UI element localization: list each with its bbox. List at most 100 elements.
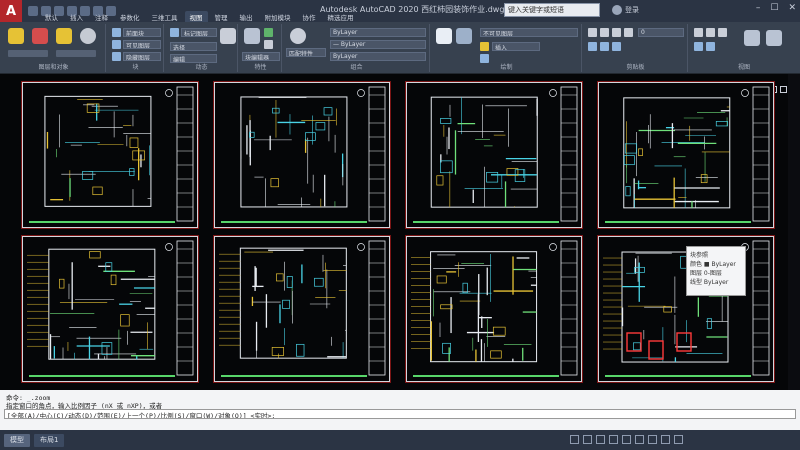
group-label: 块: [132, 64, 139, 71]
block-button[interactable]: 前面块: [123, 28, 161, 37]
command-window[interactable]: 命令: _.zoom 指定窗口的角点，输入比例因子 (nX 或 nXP)，或者 …: [0, 390, 800, 430]
group-icon[interactable]: [436, 28, 452, 44]
tooltip-row: 图层 0-图层: [690, 270, 722, 277]
tab-output[interactable]: 输出: [235, 11, 258, 22]
ribbon-group-block: 前面块 可见图层 隐藏图层 块: [108, 24, 164, 72]
insert-button[interactable]: 插入: [492, 42, 540, 51]
tab-collaborate[interactable]: 协作: [298, 11, 321, 22]
ortho-icon[interactable]: [596, 435, 605, 444]
mirror-icon[interactable]: [588, 42, 597, 51]
pan-icon[interactable]: [718, 28, 727, 37]
floor-plan-sheet[interactable]: [22, 236, 198, 382]
layer-tool-icon[interactable]: [480, 42, 489, 51]
tab-view[interactable]: 视图: [184, 11, 208, 22]
ribbon-tabs: 默认 插入 注释 参数化 三维工具 视图 管理 输出 附加模块 协作 精选应用: [0, 11, 800, 22]
navigation-bar[interactable]: [788, 74, 800, 390]
tab-3d-tools[interactable]: 三维工具: [147, 11, 183, 22]
lineweight-icon[interactable]: [635, 435, 644, 444]
tooltip-title: 块参照: [690, 252, 709, 259]
grid-icon[interactable]: [570, 435, 579, 444]
group-label: 视图: [737, 64, 750, 71]
ribbon-group-draw: 不可见图层 插入 绘制: [432, 24, 582, 72]
match-properties-icon[interactable]: [290, 28, 306, 44]
lineweight-combo[interactable]: ByLayer: [330, 52, 426, 61]
tab-annotate[interactable]: 注释: [90, 11, 113, 22]
select-button[interactable]: 选择: [170, 42, 217, 51]
hidden-layers-button[interactable]: 隐藏图层: [123, 52, 161, 61]
play-icon[interactable]: [264, 28, 273, 37]
snap-icon[interactable]: [583, 435, 592, 444]
floor-plan-sheet[interactable]: [406, 236, 582, 382]
rotate-icon[interactable]: [624, 28, 633, 37]
color-combo[interactable]: ByLayer: [330, 28, 426, 37]
floor-plan-sheet[interactable]: [406, 82, 582, 228]
bulb-icon[interactable]: [8, 28, 24, 44]
layer-filter-combo[interactable]: 不可见图层: [480, 28, 578, 37]
customize-icon[interactable]: [674, 435, 683, 444]
tab-manage[interactable]: 管理: [210, 11, 233, 22]
zoom-icon[interactable]: [706, 28, 715, 37]
layer-state-icon[interactable]: [80, 28, 96, 44]
ribbon-group-view: 视图: [690, 24, 798, 72]
tab-model[interactable]: 模型: [4, 433, 30, 447]
tab-default[interactable]: 默认: [40, 11, 63, 22]
group-label: 图层和对象: [38, 64, 69, 71]
floor-plan-sheet[interactable]: [214, 236, 390, 382]
ribbon-panel: 图层和对象 前面块 可见图层 隐藏图层 块 标记图层 选择 编辑 动态 块编辑器…: [0, 22, 800, 74]
tag-layer-button[interactable]: 标记图层: [181, 28, 217, 37]
ungroup-icon[interactable]: [456, 28, 472, 44]
array-icon[interactable]: [612, 42, 621, 51]
select-icon[interactable]: [220, 28, 236, 44]
tab-addins[interactable]: 附加模块: [260, 11, 296, 22]
block-editor-button[interactable]: 块编辑器: [242, 52, 280, 61]
visible-layers-button[interactable]: 可见图层: [123, 40, 161, 49]
linetype-combo[interactable]: — ByLayer: [330, 40, 426, 49]
tooltip-row: 线型 ByLayer: [690, 279, 729, 286]
tab-featured-apps[interactable]: 精选应用: [323, 11, 359, 22]
layer-visible-icon[interactable]: [112, 40, 121, 49]
tab-insert[interactable]: 插入: [65, 11, 88, 22]
tab-parametric[interactable]: 参数化: [115, 11, 145, 22]
floor-plan-sheet[interactable]: [214, 82, 390, 228]
close-viewport-icon[interactable]: [780, 86, 787, 93]
freeze-icon[interactable]: [56, 28, 72, 44]
regen-icon[interactable]: [706, 42, 715, 51]
layer-name-combo[interactable]: 0: [638, 28, 684, 37]
move-icon[interactable]: [588, 28, 597, 37]
properties-tooltip: 块参照 颜色 ■ ByLayer 图层 0-图层 线型 ByLayer: [686, 246, 746, 296]
ribbon-group-combine: 匹配特性 ByLayer — ByLayer ByLayer 组合: [284, 24, 430, 72]
tab-layout1[interactable]: 布局1: [34, 433, 65, 447]
tag-icon[interactable]: [170, 28, 179, 37]
group-label: 特性: [254, 64, 267, 71]
floor-plan-sheet[interactable]: [22, 82, 198, 228]
ribbon-group-properties: 块编辑器 特性: [240, 24, 282, 72]
command-input[interactable]: [全部(A)/中心(C)/动态(D)/范围(E)/上一个(P)/比例(S)/窗口…: [4, 409, 796, 419]
ribbon-group-dynamic: 标记图层 选择 编辑 动态: [166, 24, 238, 72]
match-properties-button[interactable]: 匹配特性: [286, 48, 326, 57]
orbit-icon[interactable]: [694, 42, 703, 51]
tooltip-row: 颜色 ■ ByLayer: [690, 261, 736, 268]
osnap-icon[interactable]: [622, 435, 631, 444]
group-label: 组合: [350, 64, 363, 71]
block-editor-icon[interactable]: [244, 28, 260, 44]
scale-icon[interactable]: [600, 42, 609, 51]
status-toggles: [570, 435, 683, 444]
block-icon[interactable]: [112, 28, 121, 37]
floor-plan-sheet[interactable]: [598, 82, 774, 228]
layer-button[interactable]: [56, 50, 96, 57]
viewports-icon[interactable]: [766, 30, 782, 46]
group-label: 动态: [195, 64, 208, 71]
copy-icon[interactable]: [600, 28, 609, 37]
workspace-icon[interactable]: [661, 435, 670, 444]
group-label: 绘制: [500, 64, 513, 71]
isolate-icon[interactable]: [32, 28, 48, 44]
named-views-icon[interactable]: [744, 30, 760, 46]
layer-hidden-icon[interactable]: [112, 52, 121, 61]
annotation-icon[interactable]: [648, 435, 657, 444]
view-icon[interactable]: [694, 28, 703, 37]
ribbon-group-clipboard: 0 剪贴板: [584, 24, 688, 72]
layer-button[interactable]: [8, 50, 48, 57]
stretch-icon[interactable]: [612, 28, 621, 37]
polar-icon[interactable]: [609, 435, 618, 444]
pause-icon[interactable]: [264, 40, 273, 49]
